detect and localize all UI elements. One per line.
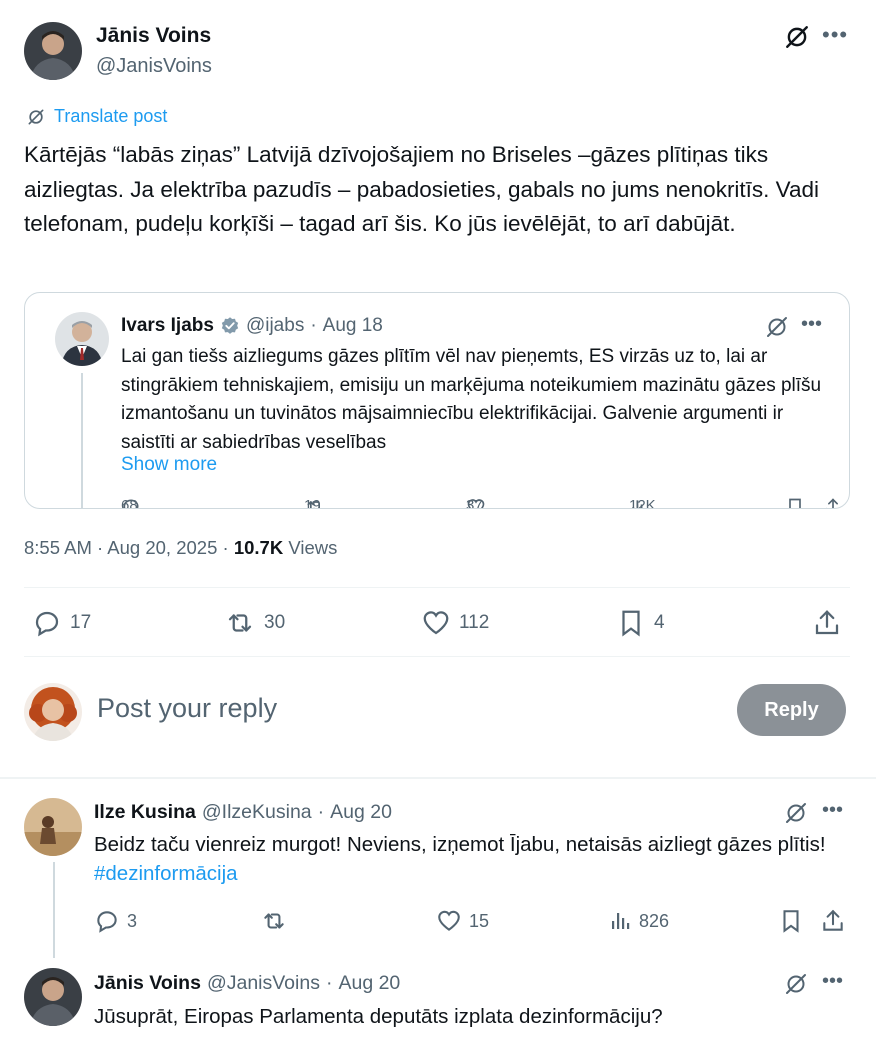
share-icon	[812, 608, 842, 638]
reply-count: 3	[127, 910, 138, 931]
grok-icon[interactable]	[784, 24, 810, 50]
reply-header: Ilze Kusina @IlzeKusina · Aug 20	[94, 801, 392, 824]
bookmark-icon[interactable]	[785, 497, 805, 508]
translate-icon	[26, 107, 46, 127]
translate-post-link[interactable]: Translate post	[26, 106, 167, 127]
views-icon	[608, 909, 632, 933]
quote-author-handle[interactable]: @ijabs	[246, 315, 304, 337]
bookmark-button[interactable]: 4	[616, 605, 665, 641]
reply-author-avatar[interactable]	[24, 968, 82, 1026]
reply-text: Beidz taču vienreiz murgot! Neviens, izņ…	[94, 830, 854, 888]
section-separator	[0, 777, 876, 779]
grok-icon[interactable]	[784, 801, 808, 825]
like-icon	[436, 908, 462, 934]
like-icon	[421, 608, 451, 638]
dot-separator: ·	[325, 972, 333, 994]
like-button[interactable]: 112	[421, 605, 489, 641]
quoted-post[interactable]: Ivars Ijabs @ijabs · Aug 18 ••• Lai gan …	[24, 292, 850, 509]
more-icon[interactable]: •••	[822, 22, 848, 48]
author-name[interactable]: Jānis Voins	[96, 24, 211, 48]
bookmark-icon	[778, 908, 804, 934]
more-icon[interactable]: •••	[801, 313, 822, 336]
like-count: 112	[459, 612, 490, 633]
share-icon	[820, 908, 846, 934]
more-icon[interactable]: •••	[822, 970, 843, 993]
views-count: 826	[639, 910, 670, 931]
bookmark-count: 4	[654, 612, 665, 633]
reply-body: Beidz taču vienreiz murgot! Neviens, izņ…	[94, 833, 826, 856]
reply-date[interactable]: Aug 20	[330, 801, 392, 824]
quote-reply-stat[interactable]: 68	[121, 497, 141, 509]
reply-button[interactable]: 3	[94, 904, 137, 938]
like-button[interactable]: 15	[436, 904, 489, 938]
reply-input[interactable]: Post your reply	[97, 693, 277, 724]
dot-separator: ·	[317, 801, 325, 823]
quote-reply-count: 68	[121, 497, 138, 509]
dot-separator: ·	[310, 315, 317, 336]
quote-header: Ivars Ijabs @ijabs · Aug 18	[121, 315, 383, 337]
grok-icon[interactable]	[784, 972, 808, 996]
quote-views-stat[interactable]: 12K	[629, 497, 656, 508]
grok-icon[interactable]	[765, 315, 789, 339]
views-button[interactable]: 826	[608, 904, 669, 938]
quote-like-count: 37	[466, 497, 483, 509]
views-label: Views	[283, 537, 338, 558]
bookmark-button[interactable]	[778, 904, 804, 938]
post-text: Kārtējās “labās ziņas” Latvijā dzīvojoša…	[24, 142, 820, 236]
quote-author-name[interactable]: Ivars Ijabs	[121, 315, 214, 337]
reply-text: Jūsuprāt, Eiropas Parlamenta deputāts iz…	[94, 1005, 663, 1028]
quote-like-stat[interactable]: 37	[466, 497, 486, 509]
reply-author-handle[interactable]: @IlzeKusina	[202, 801, 312, 824]
repost-icon	[224, 608, 256, 638]
reply-submit-button[interactable]: Reply	[737, 684, 846, 736]
current-user-avatar[interactable]	[24, 683, 82, 741]
reply-icon	[94, 908, 120, 934]
show-more-link[interactable]: Show more	[121, 454, 217, 476]
reply-header: Jānis Voins @JanisVoins · Aug 20	[94, 972, 400, 995]
thread-line	[53, 862, 55, 958]
post-actions: 17 30 112 4	[24, 605, 850, 641]
quote-actions: 68 19 37 12K	[121, 497, 841, 509]
share-button[interactable]	[812, 605, 842, 641]
share-button[interactable]	[820, 904, 846, 938]
quote-views-count: 12K	[629, 497, 656, 509]
share-icon[interactable]	[823, 497, 843, 508]
verified-badge-icon	[220, 316, 240, 336]
thread-line	[81, 373, 83, 508]
reply-author-avatar[interactable]	[24, 798, 82, 856]
like-count: 15	[469, 910, 490, 931]
quote-author-avatar[interactable]	[55, 312, 109, 366]
reply-author-name[interactable]: Jānis Voins	[94, 972, 201, 995]
repost-count: 30	[264, 612, 286, 633]
repost-icon	[260, 908, 288, 934]
reply-author-name[interactable]: Ilze Kusina	[94, 801, 196, 824]
bookmark-icon	[616, 608, 646, 638]
author-handle[interactable]: @JanisVoins	[96, 55, 212, 78]
post-time[interactable]: 8:55 AM · Aug 20, 2025 ·	[24, 537, 234, 558]
hashtag-link[interactable]: #dezinformācija	[94, 862, 238, 885]
author-avatar[interactable]	[24, 22, 82, 80]
views-count: 10.7K	[233, 537, 284, 558]
quote-repost-stat[interactable]: 19	[304, 497, 326, 509]
reply-button[interactable]: 17	[32, 605, 91, 641]
more-icon[interactable]: •••	[822, 799, 843, 822]
quote-repost-count: 19	[304, 497, 321, 509]
divider	[24, 656, 850, 657]
repost-button[interactable]: 30	[224, 605, 285, 641]
divider	[24, 587, 850, 588]
reply-actions: 3 15 826	[94, 904, 854, 938]
reply-icon	[32, 608, 62, 638]
reply-count: 17	[70, 612, 92, 633]
post-timestamp[interactable]: 8:55 AM · Aug 20, 2025 · 10.7K Views	[24, 537, 337, 559]
repost-button[interactable]	[260, 904, 288, 938]
reply-author-handle[interactable]: @JanisVoins	[207, 972, 320, 995]
translate-label[interactable]: Translate post	[54, 106, 167, 127]
quote-date[interactable]: Aug 18	[323, 315, 383, 337]
reply-date[interactable]: Aug 20	[338, 972, 400, 995]
quote-text: Lai gan tiešs aizliegums gāzes plītīm vē…	[121, 346, 822, 453]
